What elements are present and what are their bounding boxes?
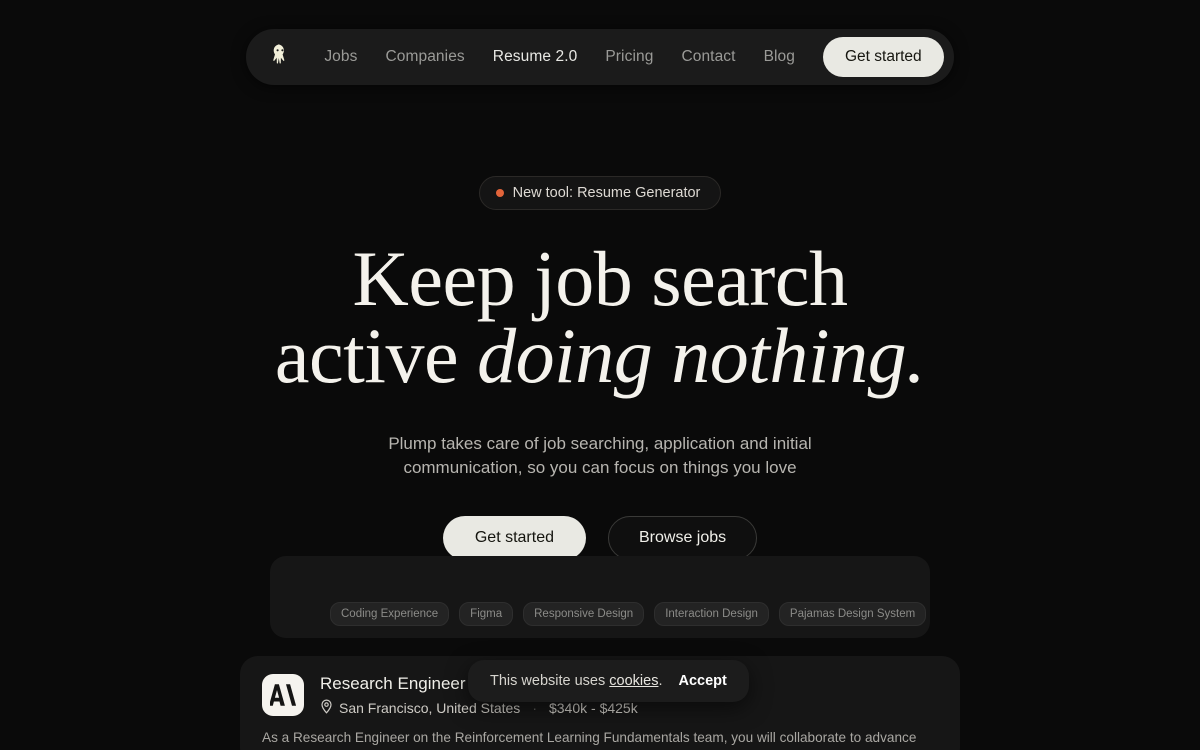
logo-button[interactable] [260, 37, 300, 77]
announcement-badge-label: New tool: Resume Generator [512, 185, 701, 201]
cookie-banner: This website uses cookies. Accept [468, 660, 749, 702]
job-salary: $340k - $425k [548, 700, 638, 716]
map-pin-icon [320, 699, 333, 717]
navbar-container: Jobs Companies Resume 2.0 Pricing Contac… [0, 29, 1200, 85]
nav-get-started-button[interactable]: Get started [823, 37, 944, 77]
cookie-text-after: . [658, 673, 663, 689]
announcement-badge[interactable]: New tool: Resume Generator [478, 176, 722, 210]
job-location: San Francisco, United States [339, 700, 521, 716]
job-meta-separator: · [532, 700, 537, 716]
navbar: Jobs Companies Resume 2.0 Pricing Contac… [246, 29, 954, 85]
job-description-line1: As a Research Engineer on the Reinforcem… [262, 730, 862, 745]
nav-link-resume[interactable]: Resume 2.0 [479, 40, 592, 74]
list-item[interactable]: Responsive Design [523, 602, 645, 626]
nav-link-pricing[interactable]: Pricing [591, 40, 667, 74]
hero-get-started-button[interactable]: Get started [442, 516, 586, 560]
nav-link-blog[interactable]: Blog [750, 40, 809, 74]
list-item[interactable]: Interaction Design [654, 602, 769, 626]
list-item[interactable]: Figma [459, 602, 514, 626]
nav-link-companies[interactable]: Companies [371, 40, 478, 74]
navbar-links: Jobs Companies Resume 2.0 Pricing Contac… [310, 40, 809, 74]
nav-link-jobs[interactable]: Jobs [310, 40, 371, 74]
cookie-text-before: This website uses [490, 673, 606, 689]
cookie-policy-link[interactable]: cookies [609, 673, 658, 689]
list-item[interactable]: Coding Experience [330, 602, 450, 626]
list-item[interactable]: Pajamas Design System [778, 602, 927, 626]
page-title: Keep job search active doing nothing. [0, 240, 1200, 395]
hero-subtitle: Plump takes care of job searching, appli… [0, 432, 1200, 480]
hero-cta-row: Get started Browse jobs [0, 516, 1200, 560]
nav-link-contact[interactable]: Contact [667, 40, 749, 74]
announcement-badge-container: New tool: Resume Generator [0, 176, 1200, 210]
hero-title-line2-plain: active [274, 312, 478, 399]
hero-subtitle-line2: communication, so you can focus on thing… [403, 458, 797, 477]
accept-cookies-button[interactable]: Accept [670, 673, 726, 689]
skills-tag-list: Coding Experience Figma Responsive Desig… [330, 602, 927, 626]
hero-browse-jobs-button[interactable]: Browse jobs [608, 516, 758, 560]
hero-subtitle-line1: Plump takes care of job searching, appli… [388, 434, 812, 453]
landing-page: Jobs Companies Resume 2.0 Pricing Contac… [0, 0, 1200, 750]
status-dot-icon [495, 189, 504, 197]
cookie-banner-text: This website uses cookies. [490, 673, 662, 689]
job-description: As a Research Engineer on the Reinforcem… [262, 728, 938, 750]
hero-title-line2-italic: doing nothing. [477, 312, 926, 399]
hero-title-line1: Keep job search [352, 235, 848, 322]
octopus-logo-icon [267, 42, 293, 73]
anthropic-logo-icon [262, 674, 304, 716]
skills-card[interactable]: Coding Experience Figma Responsive Desig… [270, 556, 930, 638]
job-title: Research Engineer [320, 674, 466, 693]
